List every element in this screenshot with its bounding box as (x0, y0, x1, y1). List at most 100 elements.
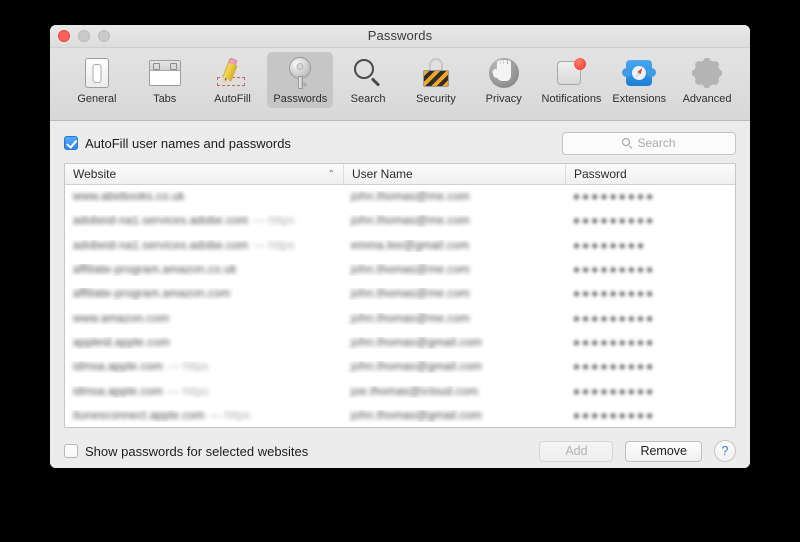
toolbar-item-security-label: Security (416, 93, 456, 105)
table-row[interactable]: idmsa.apple.com — https john.thomas@gmail.… (65, 355, 735, 379)
cell-password: ●●●●●●●●● (565, 361, 735, 373)
preferences-toolbar: General Tabs (50, 48, 750, 121)
column-header-password-label: Password (574, 167, 627, 181)
column-header-username-label: User Name (352, 167, 413, 181)
show-passwords-label: Show passwords for selected websites (85, 444, 308, 459)
toolbar-item-security[interactable]: Security (403, 52, 469, 108)
cell-password-text: ●●●●●●●●● (573, 313, 655, 325)
cell-username-text: john.thomas@me.com (351, 288, 470, 300)
window-titlebar[interactable]: Passwords (50, 25, 750, 48)
cell-username-text: john.thomas@me.com (351, 191, 470, 203)
search-icon (622, 138, 632, 148)
toolbar-item-general[interactable]: General (64, 52, 130, 108)
autofill-checkbox[interactable] (64, 136, 78, 150)
autofill-checkbox-row[interactable]: AutoFill user names and passwords (64, 136, 291, 151)
cell-username-text: joe.thomas@icloud.com (351, 386, 478, 398)
toolbar-item-notifications[interactable]: Notifications (539, 52, 605, 108)
table-row[interactable]: adobeid-na1.services.adobe.com— httpsemm… (65, 234, 735, 258)
column-header-website-label: Website (73, 167, 116, 181)
cell-password-text: ●●●●●●●●● (573, 410, 655, 422)
cell-username-text: john.thomas@gmail.com (351, 361, 482, 373)
padlock-icon (419, 56, 453, 90)
cell-website-text: appleid.apple.com (73, 337, 170, 349)
cell-username: john.thomas@me.com (343, 191, 565, 203)
column-header-website[interactable]: Website ⌃ (65, 164, 343, 184)
cell-username: joe.thomas@icloud.com (343, 386, 565, 398)
cell-website-text: www.abebooks.co.uk (73, 191, 185, 203)
cell-username: john.thomas@me.com (343, 215, 565, 227)
cell-username-text: john.thomas@me.com (351, 264, 470, 276)
cell-password: ●●●●●●●●● (565, 191, 735, 203)
sort-ascending-icon: ⌃ (327, 170, 335, 179)
toolbar-item-advanced-label: Advanced (683, 93, 732, 105)
help-button[interactable]: ? (714, 440, 736, 462)
toolbar-item-search-label: Search (351, 93, 386, 105)
screen: Passwords General Tabs (0, 0, 800, 542)
toolbar-item-privacy-label: Privacy (486, 93, 522, 105)
cell-password-text: ●●●●●●●●● (573, 215, 655, 227)
table-row[interactable]: affiliate-program.amazon.co.uk john.thoma… (65, 258, 735, 282)
cell-password: ●●●●●●●● (565, 240, 735, 252)
table-row[interactable]: www.amazon.comjohn.thomas@me.com●●●●●●●●… (65, 306, 735, 330)
toolbar-item-search[interactable]: Search (335, 52, 401, 108)
cell-password-text: ●●●●●●●●● (573, 264, 655, 276)
general-icon (80, 56, 114, 90)
cell-password: ●●●●●●●●● (565, 264, 735, 276)
show-passwords-checkbox[interactable] (64, 444, 78, 458)
cell-website: affiliate-program.amazon.com (65, 288, 343, 300)
cell-username: john.thomas@gmail.com (343, 337, 565, 349)
add-button[interactable]: Add (539, 441, 613, 462)
show-passwords-checkbox-row[interactable]: Show passwords for selected websites (64, 444, 308, 459)
table-row[interactable]: appleid.apple.com john.thomas@gmail.com ●●… (65, 331, 735, 355)
cell-password: ●●●●●●●●● (565, 288, 735, 300)
hand-icon (487, 56, 521, 90)
pane-bottom-row: Show passwords for selected websites Add… (64, 428, 736, 468)
toolbar-item-privacy[interactable]: Privacy (471, 52, 537, 108)
remove-button[interactable]: Remove (625, 441, 702, 462)
passwords-preferences-window: Passwords General Tabs (50, 25, 750, 468)
cell-username: emma.lee@gmail.com (343, 240, 565, 252)
cell-website-text: affiliate-program.amazon.com (73, 288, 231, 300)
cell-username: john.thomas@me.com (343, 264, 565, 276)
table-row[interactable]: idmsa.apple.com— https joe.thomas@icloud.… (65, 379, 735, 403)
column-header-password[interactable]: Password (565, 164, 735, 184)
toolbar-item-tabs[interactable]: Tabs (132, 52, 198, 108)
table-body[interactable]: www.abebooks.co.ukjohn.thomas@me.com●●●●… (65, 185, 735, 427)
passwords-pane: AutoFill user names and passwords Search… (50, 121, 750, 468)
cell-username-text: emma.lee@gmail.com (351, 240, 469, 252)
cell-username: john.thomas@gmail.com (343, 410, 565, 422)
cell-website-text: idmsa.apple.com (73, 386, 163, 398)
toolbar-item-autofill[interactable]: AutoFill (200, 52, 266, 108)
cell-password: ●●●●●●●●● (565, 337, 735, 349)
cell-password: ●●●●●●●●● (565, 215, 735, 227)
window-title: Passwords (50, 28, 750, 43)
cell-website-text: adobeid-na1.services.adobe.com (73, 215, 248, 227)
passwords-table[interactable]: Website ⌃ User Name Password www.abebook… (64, 163, 736, 428)
toolbar-item-extensions[interactable]: Extensions (606, 52, 672, 108)
cell-password: ●●●●●●●●● (565, 313, 735, 325)
cell-website-scheme: — https (210, 410, 251, 422)
column-header-username[interactable]: User Name (343, 164, 565, 184)
cell-website: idmsa.apple.com— https (65, 386, 343, 398)
table-row[interactable]: itunesconnect.apple.com— httpsjohn.thoma… (65, 404, 735, 427)
cell-website-scheme: — https (168, 361, 209, 373)
table-row[interactable]: affiliate-program.amazon.com john.thomas@… (65, 282, 735, 306)
cell-password: ●●●●●●●●● (565, 410, 735, 422)
action-buttons: Add Remove ? (539, 440, 736, 462)
puzzle-compass-icon (622, 56, 656, 90)
toolbar-item-advanced[interactable]: Advanced (674, 52, 740, 108)
table-header: Website ⌃ User Name Password (65, 164, 735, 185)
cell-website-text: idmsa.apple.com (73, 361, 163, 373)
table-row[interactable]: www.abebooks.co.uk john.thomas@me.com ●●●●… (65, 185, 735, 209)
cell-website-text: affiliate-program.amazon.co.uk (73, 264, 237, 276)
cell-website: appleid.apple.com (65, 337, 343, 349)
key-icon (283, 56, 317, 90)
toolbar-item-passwords[interactable]: Passwords (267, 52, 333, 108)
cell-username-text: john.thomas@gmail.com (351, 337, 482, 349)
cell-username-text: john.thomas@me.com (351, 313, 470, 325)
toolbar-item-autofill-label: AutoFill (214, 93, 251, 105)
table-row[interactable]: adobeid-na1.services.adobe.com— httpsjoh… (65, 209, 735, 233)
search-input[interactable]: Search (562, 132, 736, 155)
toolbar-item-tabs-label: Tabs (153, 93, 176, 105)
toolbar-item-general-label: General (77, 93, 116, 105)
